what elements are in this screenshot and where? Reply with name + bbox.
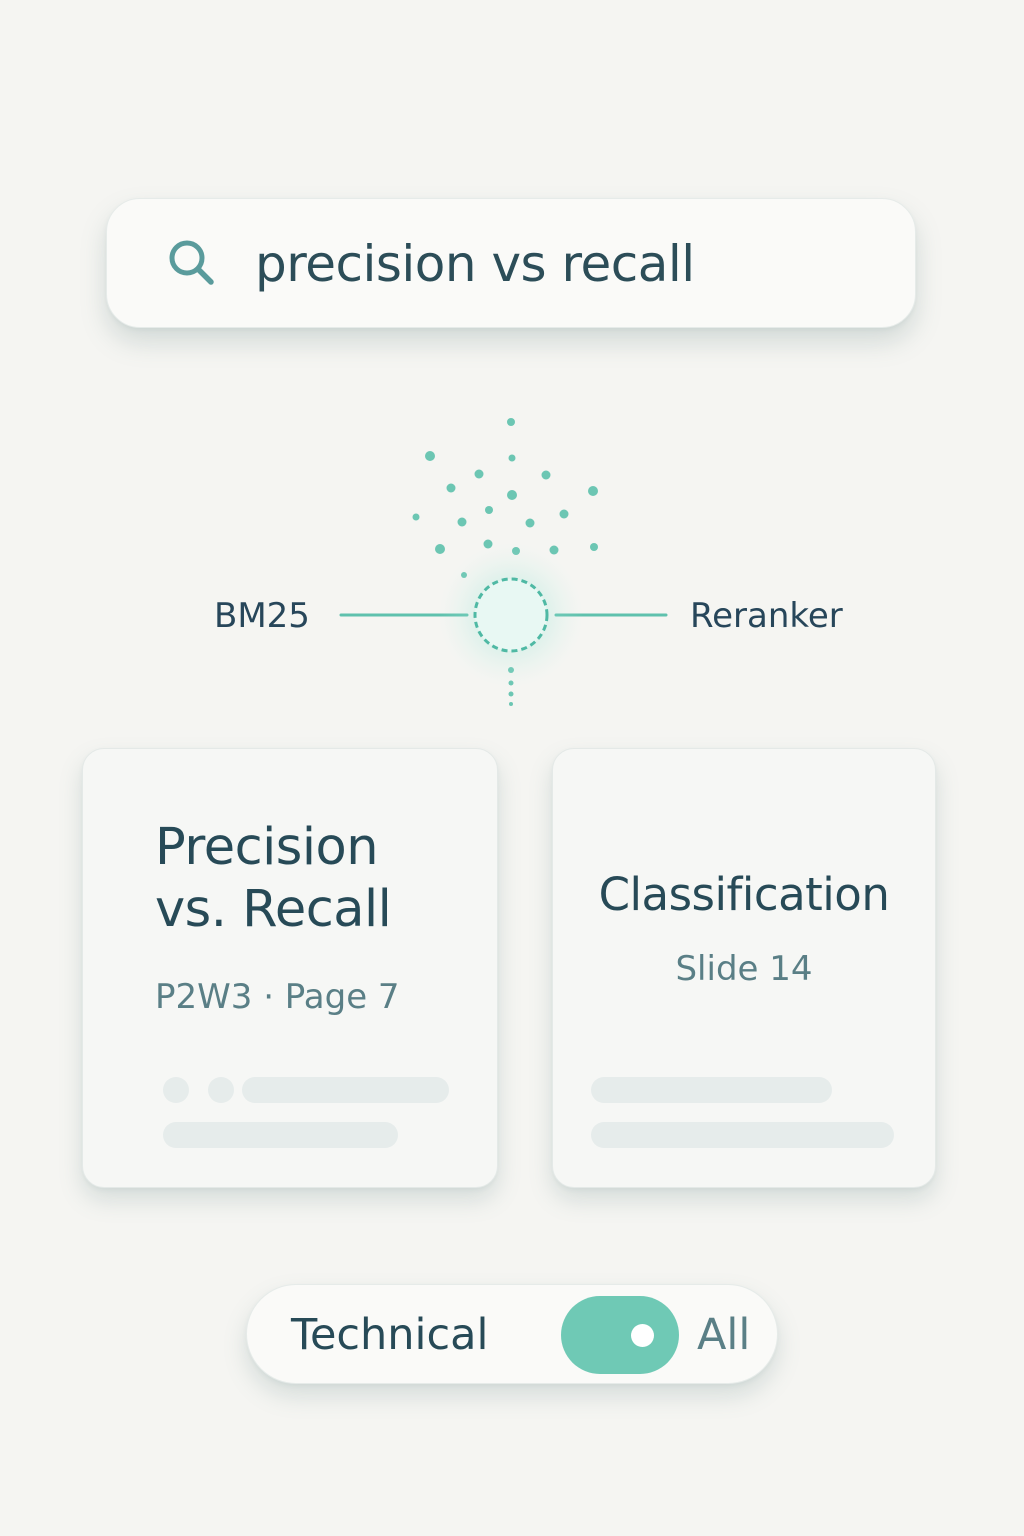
scope-filter: Technical All [246, 1284, 778, 1384]
placeholder-line [163, 1122, 398, 1148]
search-input[interactable] [255, 221, 875, 307]
reranker-label: Reranker [690, 596, 843, 636]
placeholder-line [591, 1077, 832, 1103]
result-source: Slide 14 [675, 949, 813, 989]
result-source: P2W3 · Page 7 [155, 977, 400, 1017]
result-title: Classification [598, 868, 890, 921]
placeholder-dot [208, 1077, 234, 1103]
all-label[interactable]: All [697, 1309, 750, 1361]
placeholder-line [591, 1122, 894, 1148]
fusion-graphic [339, 418, 668, 706]
fusion-knob [473, 577, 549, 653]
technical-label[interactable]: Technical [291, 1309, 488, 1361]
fusion-slider: BM25 Reranker [0, 400, 1024, 720]
placeholder-line [242, 1077, 449, 1103]
search-bar[interactable] [106, 198, 916, 328]
bm25-label: BM25 [214, 596, 310, 636]
toggle-knob [631, 1324, 654, 1347]
result-card[interactable]: Precision vs. Recall P2W3 · Page 7 [82, 748, 498, 1188]
search-icon [169, 240, 214, 285]
result-title: Precision vs. Recall [155, 818, 392, 939]
placeholder-dot [163, 1077, 189, 1103]
scope-toggle[interactable] [561, 1296, 679, 1374]
result-card[interactable]: Classification Slide 14 [552, 748, 936, 1188]
